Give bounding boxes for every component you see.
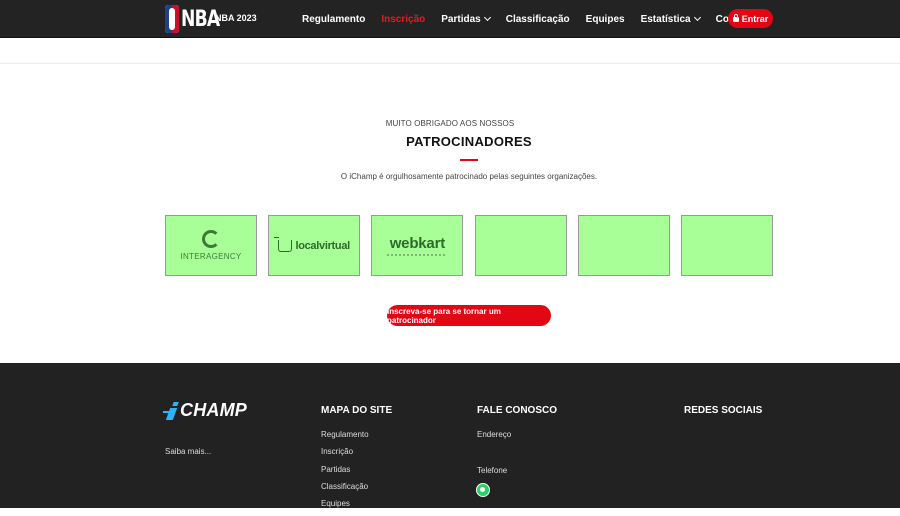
sitemap-link[interactable]: Regulamento: [321, 430, 369, 447]
ichamp-mark-icon: [163, 401, 179, 420]
localvirtual-logo: localvirtual: [274, 236, 350, 252]
interagency-logo: INTERAGENCY: [180, 230, 241, 261]
login-label: Entrar: [741, 13, 769, 24]
saiba-mais-link[interactable]: Saiba mais...: [165, 447, 211, 456]
webkart-logo: webkart: [387, 235, 448, 256]
nba-wordmark: NBA: [181, 6, 220, 32]
sponsor-card[interactable]: webkart: [371, 215, 464, 276]
contact-title: FALE CONOSCO: [477, 405, 558, 416]
sitemap-link[interactable]: Partidas: [321, 465, 369, 482]
sponsor-card[interactable]: [680, 215, 773, 276]
sitemap-link[interactable]: Classificação: [321, 482, 369, 499]
nba-emblem-icon: [165, 5, 179, 33]
title-underline: [460, 159, 478, 161]
chevron-down-icon: [483, 13, 491, 22]
ring-icon: [202, 230, 220, 248]
ichamp-logo[interactable]: CHAMP: [163, 400, 247, 421]
brand-subtitle: NBA 2023: [215, 13, 257, 23]
section-title: PATROCINADORES: [406, 134, 532, 149]
chevron-down-icon: [693, 13, 701, 22]
cart-icon: [274, 236, 293, 252]
lock-icon: [732, 14, 739, 22]
nav-regulamento[interactable]: Regulamento: [302, 14, 365, 25]
sponsor-grid: INTERAGENCY localvirtual webkart: [165, 215, 773, 276]
address-label: Endereço: [477, 430, 512, 439]
sponsor-card[interactable]: [577, 215, 670, 276]
main-nav: Regulamento Inscrição Partidas Classific…: [302, 0, 769, 38]
phone-label: Telefone: [477, 466, 508, 475]
sitemap-title: MAPA DO SITE: [321, 405, 393, 416]
nav-inscricao[interactable]: Inscrição: [381, 14, 425, 25]
nba-logo[interactable]: NBA: [165, 5, 220, 33]
sitemap-list: Regulamento Inscrição Partidas Classific…: [321, 430, 369, 516]
nav-equipes[interactable]: Equipes: [586, 14, 625, 25]
sitemap-link[interactable]: Inscrição: [321, 447, 369, 464]
top-navbar: NBA NBA 2023 Regulamento Inscrição Parti…: [0, 0, 900, 38]
nav-estatistica[interactable]: Estatística: [641, 13, 701, 25]
sponsor-card[interactable]: localvirtual: [268, 215, 361, 276]
footer: [0, 363, 900, 508]
section-pretitle: MUITO OBRIGADO AOS NOSSOS: [385, 119, 515, 128]
section-description: O iChamp é orgulhosamente patrocinado pe…: [340, 172, 598, 181]
divider: [0, 63, 900, 64]
nav-partidas[interactable]: Partidas: [441, 13, 491, 25]
nav-classificacao[interactable]: Classificação: [506, 14, 570, 25]
sponsor-card[interactable]: INTERAGENCY: [165, 215, 257, 276]
become-sponsor-button[interactable]: Inscreva-se para se tornar um patrocinad…: [387, 305, 551, 326]
whatsapp-icon[interactable]: [476, 483, 490, 497]
login-button[interactable]: Entrar: [728, 9, 773, 28]
sponsor-card[interactable]: [474, 215, 567, 276]
social-title: REDES SOCIAIS: [684, 405, 763, 416]
